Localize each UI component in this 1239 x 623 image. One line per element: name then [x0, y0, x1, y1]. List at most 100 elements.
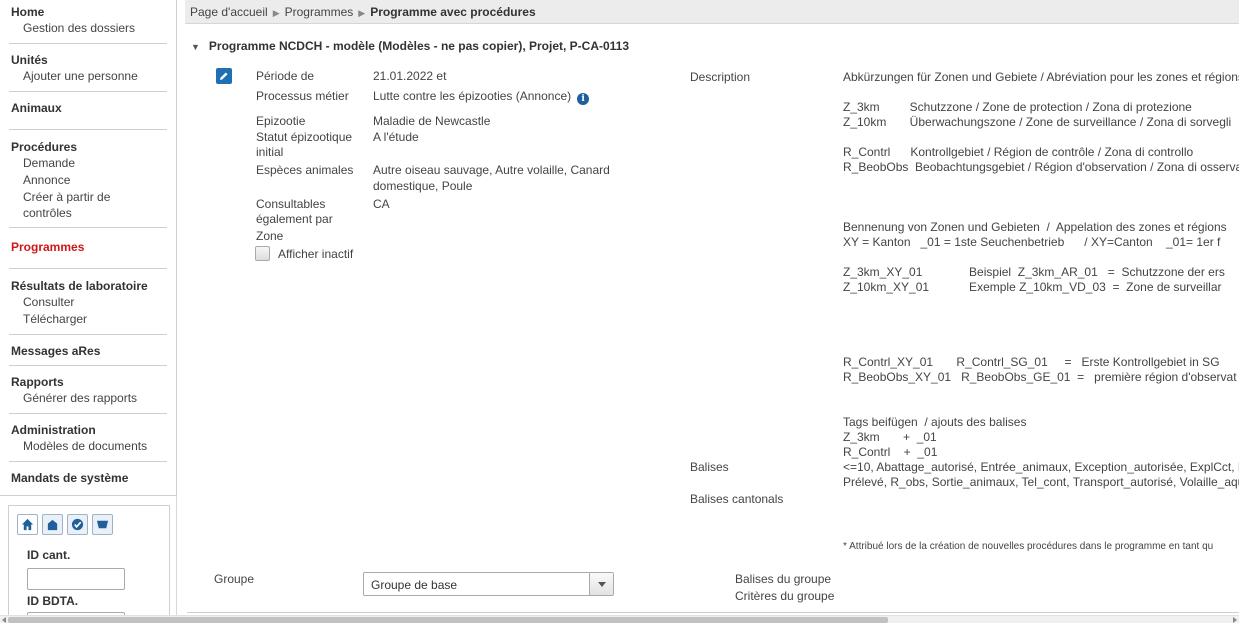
- epizootie-label: Epizootie: [256, 114, 306, 128]
- id-cant-input[interactable]: [27, 568, 125, 590]
- program-title[interactable]: ▼ Programme NCDCH - modèle (Modèles - ne …: [191, 39, 629, 53]
- processus-value: Lutte contre les épizooties (Annonce) i: [373, 89, 590, 105]
- description-line: [843, 325, 1239, 340]
- pencil-icon: [220, 72, 228, 80]
- description-line: R_Contrl + _01: [843, 445, 938, 459]
- check-badge-icon: [71, 518, 84, 531]
- breadcrumb-current: Programme avec procédures: [370, 5, 536, 19]
- balises-cantonals-label: Balises cantonals: [690, 492, 784, 506]
- balises-line-1: <=10, Abattage_autorisé, Entrée_animaux,…: [843, 460, 1239, 474]
- nav-programmes[interactable]: Programmes: [11, 240, 167, 255]
- nav-modeles-documents[interactable]: Modèles de documents: [11, 438, 167, 455]
- periode-value: 21.01.2022 et: [373, 69, 447, 83]
- description-text: Abkürzungen für Zonen und Gebiete / Abré…: [843, 70, 1239, 460]
- balises-label: Balises: [690, 460, 729, 474]
- zone-label: Zone: [256, 229, 284, 243]
- breadcrumb: Page d'accueil ▶ Programmes ▶ Programme avec…: [185, 0, 1239, 24]
- info-icon[interactable]: i: [577, 93, 590, 105]
- description-line: [843, 205, 1239, 220]
- chevron-down-icon[interactable]: [589, 573, 613, 595]
- statut-label: Statut épizootique: [256, 130, 353, 144]
- navigation-menu: Home Gestion des dossiers Unités Ajouter…: [0, 0, 177, 496]
- balises-note: * Attribué lors de la création de nouvel…: [843, 541, 1214, 552]
- collapse-triangle-icon[interactable]: ▼: [191, 42, 200, 52]
- description-line: Bennenung von Zonen und Gebieten / Appel…: [843, 220, 1227, 234]
- nav-section-rapports: Rapports Générer des rapports: [9, 366, 167, 414]
- description-line: R_BeobObs_XY_01 R_BeobObs_GE_01 = premiè…: [843, 370, 1237, 384]
- nav-procedures[interactable]: Procédures: [11, 140, 167, 155]
- description-line: [843, 190, 1239, 205]
- consultables-label-2: également par: [256, 212, 333, 226]
- description-line: [843, 175, 1239, 190]
- afficher-inactif-label[interactable]: Afficher inactif: [278, 247, 353, 262]
- consultables-label: Consultables: [256, 197, 326, 211]
- tab-home[interactable]: [17, 514, 38, 535]
- breadcrumb-programmes[interactable]: Programmes: [285, 5, 354, 19]
- scrollbar-thumb[interactable]: [8, 617, 888, 623]
- nav-telecharger[interactable]: Télécharger: [11, 311, 167, 328]
- id-cant-label: ID cant.: [27, 548, 71, 562]
- nav-rapports[interactable]: Rapports: [11, 375, 167, 390]
- nav-ajouter-personne[interactable]: Ajouter une personne: [11, 68, 167, 85]
- breadcrumb-home[interactable]: Page d'accueil: [190, 5, 268, 19]
- nav-administration[interactable]: Administration: [11, 423, 167, 438]
- statut-label-2: initial: [256, 145, 284, 159]
- description-line: [843, 310, 1239, 325]
- edit-button[interactable]: [216, 68, 232, 84]
- processus-label: Processus métier: [256, 89, 349, 103]
- afficher-inactif-checkbox[interactable]: [255, 246, 270, 261]
- main-content: Page d'accueil ▶ Programmes ▶ Programme avec…: [183, 0, 1239, 623]
- nav-consulter[interactable]: Consulter: [11, 294, 167, 311]
- nav-section-administration: Administration Modèles de documents: [9, 414, 167, 462]
- description-line: Abkürzungen für Zonen und Gebiete / Abré…: [843, 70, 1239, 84]
- description-line: [843, 400, 1239, 415]
- description-line: Z_3km_XY_01 Beispiel Z_3km_AR_01 = Schut…: [843, 265, 1225, 279]
- id-bdta-label: ID BDTA.: [27, 594, 79, 608]
- breadcrumb-separator-icon: ▶: [272, 8, 280, 18]
- description-line: R_Contrl_XY_01 R_Contrl_SG_01 = Erste Ko…: [843, 355, 1220, 369]
- especes-value-2: domestique, Poule: [373, 179, 473, 193]
- description-line: [843, 340, 1239, 355]
- nav-home[interactable]: Home: [11, 5, 167, 20]
- horizontal-scrollbar[interactable]: [0, 615, 1239, 623]
- nav-demande[interactable]: Demande: [11, 155, 167, 172]
- nav-gestion-dossiers[interactable]: Gestion des dossiers: [11, 20, 167, 37]
- search-tab-bar: [9, 506, 169, 535]
- nav-annonce[interactable]: Annonce: [11, 172, 167, 189]
- nav-mandats-systeme[interactable]: Mandats de système: [11, 471, 167, 486]
- description-label: Description: [690, 70, 751, 84]
- groupe-select[interactable]: Groupe de base: [363, 572, 614, 596]
- groupe-label: Groupe: [214, 572, 255, 586]
- divider: [187, 612, 1239, 613]
- breadcrumb-separator-icon: ▶: [358, 8, 366, 18]
- balises-value: <=10, Abattage_autorisé, Entrée_animaux,…: [843, 460, 1239, 490]
- nav-resultats-laboratoire[interactable]: Résultats de laboratoire: [11, 279, 167, 294]
- description-line: R_Contrl Kontrollgebiet / Région de cont…: [843, 145, 1194, 159]
- tab-trough[interactable]: [92, 514, 113, 535]
- scroll-left-icon[interactable]: [2, 617, 6, 623]
- balises-du-groupe-label: Balises du groupe: [735, 572, 832, 586]
- nav-creer-partir-line1: Créer à partir de: [23, 190, 111, 204]
- nav-unites[interactable]: Unités: [11, 53, 167, 68]
- description-line: Tags beifügen / ajouts des balises: [843, 415, 1027, 429]
- description-line: R_BeobObs Beobachtungsgebiet / Région d'…: [843, 160, 1239, 174]
- nav-messages-ares[interactable]: Messages aRes: [11, 344, 167, 359]
- search-panel: ID cant. ID BDTA.: [8, 505, 170, 623]
- nav-generer-rapports[interactable]: Générer des rapports: [11, 390, 167, 407]
- nav-section-mandats: Mandats de système: [9, 462, 167, 492]
- farm-icon: [47, 519, 58, 531]
- tab-farm[interactable]: [42, 514, 63, 535]
- description-line: XY = Kanton _01 = 1ste Seuchenbetrieb / …: [843, 235, 1221, 249]
- nav-section-resultats: Résultats de laboratoire Consulter Téléc…: [9, 269, 167, 335]
- tab-check[interactable]: [67, 514, 88, 535]
- nav-animaux[interactable]: Animaux: [11, 101, 167, 116]
- nav-section-messages: Messages aRes: [9, 335, 167, 366]
- nav-creer-partir[interactable]: Créer à partir de contrôles: [11, 189, 167, 221]
- periode-label: Période de: [256, 69, 315, 83]
- description-line: [843, 130, 1239, 145]
- nav-section-home: Home Gestion des dossiers: [9, 0, 167, 44]
- description-line: [843, 295, 1239, 310]
- description-line: [843, 85, 1239, 100]
- scroll-right-icon[interactable]: [1233, 617, 1237, 623]
- nav-section-procedures: Procédures Demande Annonce Créer à parti…: [9, 130, 167, 228]
